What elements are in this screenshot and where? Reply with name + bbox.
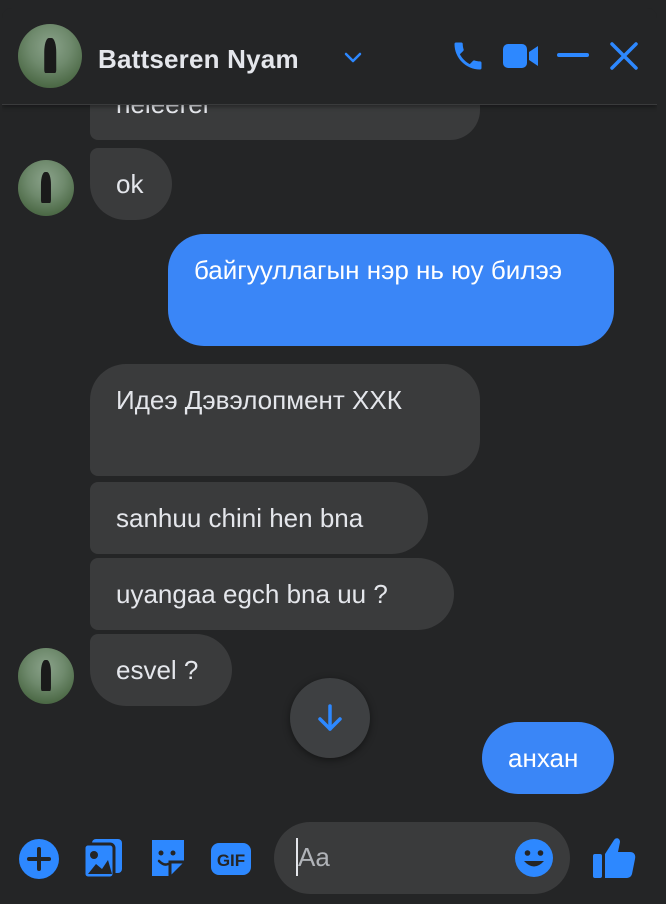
contact-avatar[interactable] <box>18 24 82 88</box>
close-icon[interactable] <box>608 40 640 72</box>
gif-icon[interactable]: GIF <box>210 842 252 876</box>
message-composer: GIF Aa <box>2 820 657 904</box>
message-input[interactable]: Aa <box>274 822 570 894</box>
contact-avatar-small[interactable] <box>18 160 74 216</box>
contact-name[interactable]: Battseren Nyam <box>98 44 299 75</box>
scroll-to-bottom-button[interactable] <box>290 678 370 758</box>
message-incoming[interactable]: Идеэ Дэвэлопмент ХХК <box>90 364 480 476</box>
plus-icon[interactable] <box>18 838 60 880</box>
sticker-icon[interactable] <box>148 836 188 880</box>
message-list[interactable]: neleerei ok байгууллагын нэр нь юу билээ… <box>2 104 657 824</box>
message-incoming[interactable]: sanhuu chini hen bna <box>90 482 428 554</box>
chevron-down-icon[interactable] <box>342 46 364 68</box>
minimize-icon[interactable] <box>556 38 590 72</box>
like-icon[interactable] <box>590 834 638 882</box>
chat-header: Battseren Nyam <box>2 8 657 105</box>
message-incoming[interactable]: esvel ? <box>90 634 232 706</box>
photo-icon[interactable] <box>82 836 124 880</box>
message-outgoing[interactable]: байгууллагын нэр нь юу билээ <box>168 234 614 346</box>
message-incoming[interactable]: ok <box>90 148 172 220</box>
video-icon[interactable] <box>502 40 540 72</box>
arrow-down-icon <box>318 704 342 731</box>
message-outgoing[interactable]: анхан <box>482 722 614 794</box>
svg-text:GIF: GIF <box>217 851 245 870</box>
input-placeholder: Aa <box>298 842 330 872</box>
message-incoming[interactable]: uyangaa egch bna uu ? <box>90 558 454 630</box>
emoji-icon[interactable] <box>514 838 554 878</box>
contact-avatar-small[interactable] <box>18 648 74 704</box>
phone-icon[interactable] <box>450 38 486 74</box>
message-incoming[interactable]: neleerei <box>90 104 480 140</box>
chat-window: Battseren Nyam neleerei ok байгууллагын … <box>2 8 657 904</box>
